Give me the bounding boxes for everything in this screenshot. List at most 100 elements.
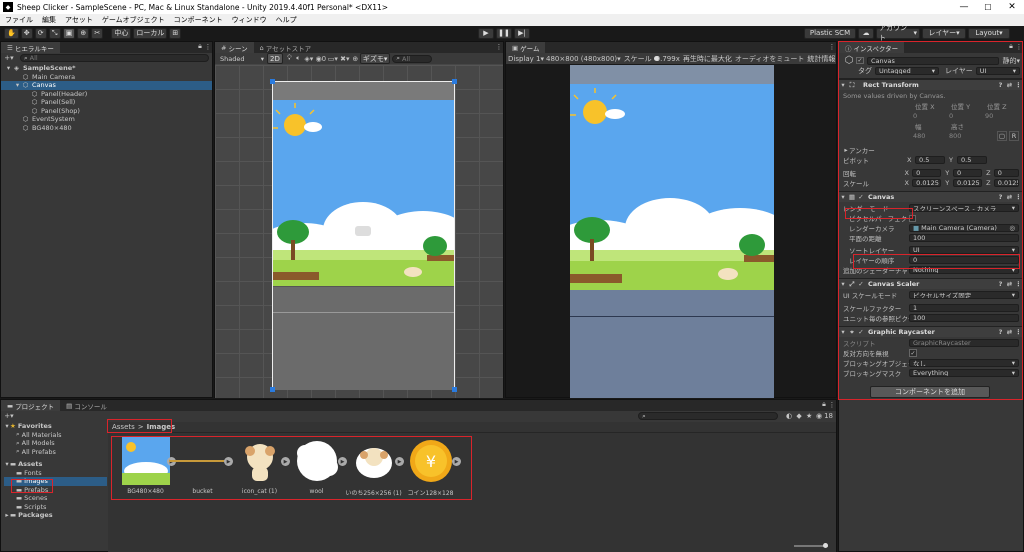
eye-icon[interactable]: ◉ (814, 412, 824, 420)
menu-item[interactable]: 編集 (42, 15, 56, 25)
anchor-handle[interactable] (452, 79, 457, 84)
custom-tool-icon[interactable]: ✂ (91, 27, 104, 39)
game-background-image (570, 84, 774, 290)
camera-icon[interactable]: ▭▾ (327, 55, 339, 63)
hierarchy-search-input[interactable]: ⌕ All (20, 54, 209, 62)
tab-console[interactable]: ▤ コンソール (60, 400, 113, 411)
hierarchy-item[interactable]: ⬡ Panel(Header) (1, 90, 212, 99)
filter-label-icon[interactable]: ◆ (794, 412, 804, 420)
display-dropdown[interactable]: Display 1▾ (508, 55, 544, 63)
add-icon[interactable]: +▾ (4, 412, 14, 420)
anchor-handle[interactable] (270, 387, 275, 392)
hierarchy-item[interactable]: ⬡ EventSystem (1, 115, 212, 124)
menu-item[interactable]: ウィンドウ (232, 15, 267, 25)
rotate-tool-icon[interactable]: ⟳ (34, 27, 47, 39)
tab-game[interactable]: ▣ ゲーム (506, 42, 546, 53)
menu-item[interactable]: ファイル (5, 15, 33, 25)
gizmos-dropdown[interactable]: ギズモ ▾ (359, 53, 391, 64)
hidden-objects-icon[interactable]: ◉0 (315, 55, 327, 63)
canvas-rect[interactable] (270, 79, 457, 392)
rect-tool-icon[interactable]: ▣ (62, 27, 76, 39)
kebab-menu-icon[interactable]: ⋮ (828, 401, 836, 409)
shading-dropdown[interactable]: Shaded ▾ (217, 54, 267, 63)
tools-icon[interactable]: ✖▾ (339, 55, 351, 63)
tab-asset-store[interactable]: ⌂ アセットストア (253, 42, 318, 53)
stats-toggle[interactable]: 統計情報 (807, 54, 835, 64)
packages-item[interactable]: ▸ ▬ Packages (4, 511, 107, 520)
anchor-handle[interactable] (452, 387, 457, 392)
scale-tool-icon[interactable]: ⤡ (48, 27, 61, 39)
audio-icon[interactable]: 🔈︎ (294, 54, 303, 63)
scene-viewport[interactable] (215, 65, 503, 398)
hierarchy-item[interactable]: ⬡ Main Camera (1, 73, 212, 82)
scale-slider-knob[interactable] (653, 55, 659, 61)
favorite-star-icon[interactable]: ★ (804, 412, 814, 420)
move-tool-icon[interactable]: ✥ (20, 27, 33, 39)
layers-dropdown[interactable]: レイヤー ▾ (922, 27, 966, 39)
project-search-input[interactable]: ⌕ (638, 412, 779, 420)
thumbnail-size-slider[interactable] (794, 543, 828, 548)
global-icon[interactable]: ⊕ (351, 55, 360, 63)
filter-type-icon[interactable]: ◐ (784, 412, 794, 420)
step-button[interactable]: ▶| (514, 27, 530, 39)
game-viewport[interactable] (570, 65, 774, 398)
pivot-toggle[interactable]: 中心 (111, 27, 132, 39)
tab-hierarchy[interactable]: ☰ ヒエラルキー (1, 42, 60, 53)
annotation-highlight (853, 254, 1020, 269)
light-icon[interactable]: 💡︎ (285, 54, 294, 63)
scene-search-input[interactable]: ⌕ All (392, 54, 433, 63)
hierarchy-item[interactable]: ⬡ Panel(Sell) (1, 98, 212, 107)
snap-icon[interactable]: ⊞ (169, 27, 182, 39)
lock-icon[interactable]: 🔒︎ (196, 42, 204, 51)
tab-project[interactable]: ▬ プロジェクト (1, 400, 61, 411)
mode-2d-toggle[interactable]: 2D (267, 53, 283, 64)
space-toggle[interactable]: ローカル (133, 27, 168, 39)
asset-folder-item[interactable]: ▬ Fonts (4, 469, 107, 478)
hierarchy-item[interactable]: ⬡ BG480×480 (1, 124, 212, 133)
asset-folder-item[interactable]: ▬ Scenes (4, 494, 107, 503)
close-icon[interactable]: ✕ (1000, 2, 1024, 12)
menu-item[interactable]: コンポーネント (174, 15, 223, 25)
header-panel (273, 82, 454, 100)
favorite-item[interactable]: ⌕ All Models (4, 439, 107, 448)
foldout-arrow-icon[interactable]: ▾ (14, 81, 21, 89)
minimize-icon[interactable]: — (952, 2, 976, 12)
favorite-item[interactable]: ⌕ All Prefabs (4, 447, 107, 457)
account-dropdown[interactable]: アカウント ▾ (876, 24, 920, 42)
plastic-label: Plastic SCM (809, 29, 851, 37)
plastic-scm-button[interactable]: Plastic SCM (804, 27, 856, 39)
cloud-icon[interactable]: ☁ (858, 27, 874, 39)
effects-icon[interactable]: ◈▾ (303, 55, 315, 63)
game-tabbar: ▣ ゲーム ⋮ (506, 42, 836, 53)
add-icon[interactable]: +▾ (4, 54, 14, 62)
kebab-menu-icon[interactable]: ⋮ (495, 43, 503, 51)
assets-item[interactable]: ▾ ▬ Assets (4, 460, 107, 469)
tab-scene[interactable]: # シーン (215, 42, 254, 53)
folder-icon: ▬ (16, 468, 23, 477)
hierarchy-item[interactable]: ▾ ◈ SampleScene* (1, 64, 212, 73)
menu-item[interactable]: ヘルプ (276, 15, 297, 25)
mute-toggle[interactable]: オーディオをミュート (735, 54, 805, 64)
favorites-item[interactable]: ▾ ★ Favorites (4, 422, 107, 431)
thumbnail-size-knob[interactable] (823, 543, 828, 548)
menu-item[interactable]: ゲームオブジェクト (102, 15, 165, 25)
asset-folder-item[interactable]: ▬ Scripts (4, 503, 107, 512)
gameobject-cube-icon: ⬡ (22, 115, 29, 124)
hand-tool-icon[interactable]: ✋ (4, 27, 19, 39)
favorite-item[interactable]: ⌕ All Materials (4, 430, 107, 440)
play-button[interactable]: ▶ (478, 27, 494, 39)
menu-item[interactable]: アセット (65, 15, 93, 25)
maximize-toggle[interactable]: 再生時に最大化 (683, 54, 732, 64)
foldout-arrow-icon[interactable]: ▾ (5, 64, 12, 72)
anchor-handle[interactable] (270, 79, 275, 84)
pause-button[interactable]: ❚❚ (496, 27, 512, 39)
layout-dropdown[interactable]: Layout ▾ (968, 27, 1010, 39)
resolution-dropdown[interactable]: 480×800 (480x800)▾ (546, 55, 621, 63)
maximize-icon[interactable]: ☐ (976, 3, 1000, 12)
transform-tool-icon[interactable]: ⊕ (77, 27, 90, 39)
hierarchy-item[interactable]: ▾ ⬡ Canvas (1, 81, 212, 90)
lock-icon[interactable]: 🔒︎ (820, 400, 828, 409)
hierarchy-item[interactable]: ⬡ Panel(Shop) (1, 107, 212, 116)
kebab-menu-icon[interactable]: ⋮ (828, 43, 836, 51)
kebab-menu-icon[interactable]: ⋮ (204, 43, 212, 51)
